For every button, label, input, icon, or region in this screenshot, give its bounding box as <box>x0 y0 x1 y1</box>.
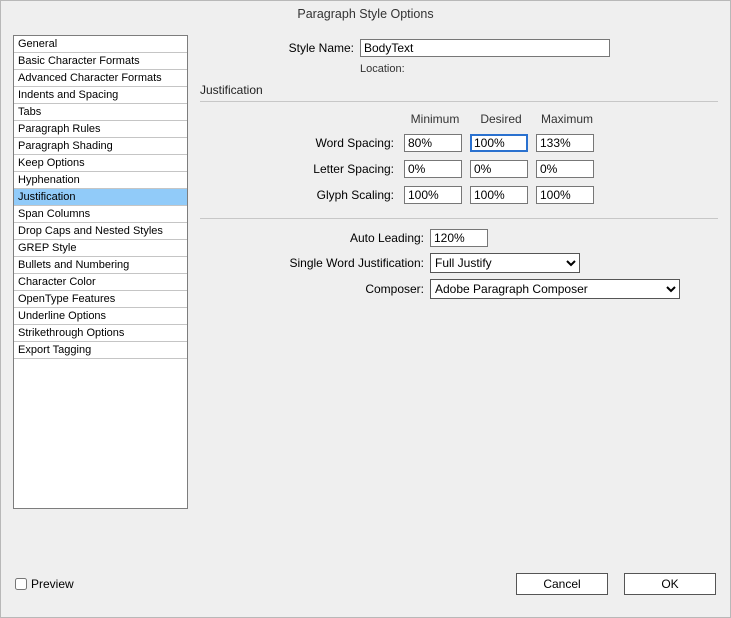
glyph-scaling-max[interactable] <box>536 186 594 204</box>
sidebar-item-basic-character-formats[interactable]: Basic Character Formats <box>14 53 187 70</box>
letter-spacing-max[interactable] <box>536 160 594 178</box>
glyph-scaling-label: Glyph Scaling: <box>200 188 400 202</box>
dialog-body: GeneralBasic Character FormatsAdvanced C… <box>1 27 730 563</box>
word-spacing-max[interactable] <box>536 134 594 152</box>
dialog-title: Paragraph Style Options <box>1 1 730 27</box>
paragraph-style-dialog: Paragraph Style Options GeneralBasic Cha… <box>0 0 731 618</box>
sidebar-item-general[interactable]: General <box>14 36 187 53</box>
sidebar-item-hyphenation[interactable]: Hyphenation <box>14 172 187 189</box>
preview-label: Preview <box>31 577 74 591</box>
col-des: Desired <box>470 112 532 126</box>
preview-checkbox-wrap[interactable]: Preview <box>15 577 74 591</box>
sidebar-item-advanced-character-formats[interactable]: Advanced Character Formats <box>14 70 187 87</box>
letter-spacing-min[interactable] <box>404 160 462 178</box>
letter-spacing-label: Letter Spacing: <box>200 162 400 176</box>
single-word-label: Single Word Justification: <box>200 256 430 270</box>
sidebar-item-span-columns[interactable]: Span Columns <box>14 206 187 223</box>
word-spacing-min[interactable] <box>404 134 462 152</box>
composer-select[interactable]: Adobe Paragraph Composer <box>430 279 680 299</box>
sidebar-item-keep-options[interactable]: Keep Options <box>14 155 187 172</box>
col-max: Maximum <box>536 112 598 126</box>
cancel-button[interactable]: Cancel <box>516 573 608 595</box>
sidebar-item-justification[interactable]: Justification <box>14 189 187 206</box>
sidebar-item-paragraph-shading[interactable]: Paragraph Shading <box>14 138 187 155</box>
auto-leading-input[interactable] <box>430 229 488 247</box>
style-name-input[interactable] <box>360 39 610 57</box>
glyph-scaling-min[interactable] <box>404 186 462 204</box>
location-label: Location: <box>360 63 411 75</box>
sidebar-item-character-color[interactable]: Character Color <box>14 274 187 291</box>
sidebar-item-underline-options[interactable]: Underline Options <box>14 308 187 325</box>
spacing-grid: Minimum Desired Maximum Word Spacing: Le… <box>200 112 718 204</box>
word-spacing-label: Word Spacing: <box>200 136 400 150</box>
sidebar-item-indents-and-spacing[interactable]: Indents and Spacing <box>14 87 187 104</box>
ok-button[interactable]: OK <box>624 573 716 595</box>
sidebar-item-drop-caps-and-nested-styles[interactable]: Drop Caps and Nested Styles <box>14 223 187 240</box>
word-spacing-desired[interactable] <box>470 134 528 152</box>
sidebar-item-tabs[interactable]: Tabs <box>14 104 187 121</box>
sidebar-item-grep-style[interactable]: GREP Style <box>14 240 187 257</box>
section-rule <box>200 101 718 102</box>
sidebar-item-opentype-features[interactable]: OpenType Features <box>14 291 187 308</box>
composer-label: Composer: <box>200 282 430 296</box>
glyph-scaling-desired[interactable] <box>470 186 528 204</box>
style-name-label: Style Name: <box>200 41 360 55</box>
sidebar-item-strikethrough-options[interactable]: Strikethrough Options <box>14 325 187 342</box>
letter-spacing-desired[interactable] <box>470 160 528 178</box>
single-word-select[interactable]: Full Justify <box>430 253 580 273</box>
category-list[interactable]: GeneralBasic Character FormatsAdvanced C… <box>13 35 188 509</box>
preview-checkbox[interactable] <box>15 578 27 590</box>
sidebar-item-paragraph-rules[interactable]: Paragraph Rules <box>14 121 187 138</box>
sidebar-item-export-tagging[interactable]: Export Tagging <box>14 342 187 359</box>
main-panel: Style Name: Location: Justification Mini… <box>200 35 718 563</box>
auto-leading-label: Auto Leading: <box>200 231 430 245</box>
dialog-footer: Preview Cancel OK <box>1 563 730 617</box>
sidebar-item-bullets-and-numbering[interactable]: Bullets and Numbering <box>14 257 187 274</box>
section-heading: Justification <box>200 83 718 97</box>
divider-rule <box>200 218 718 219</box>
col-min: Minimum <box>404 112 466 126</box>
